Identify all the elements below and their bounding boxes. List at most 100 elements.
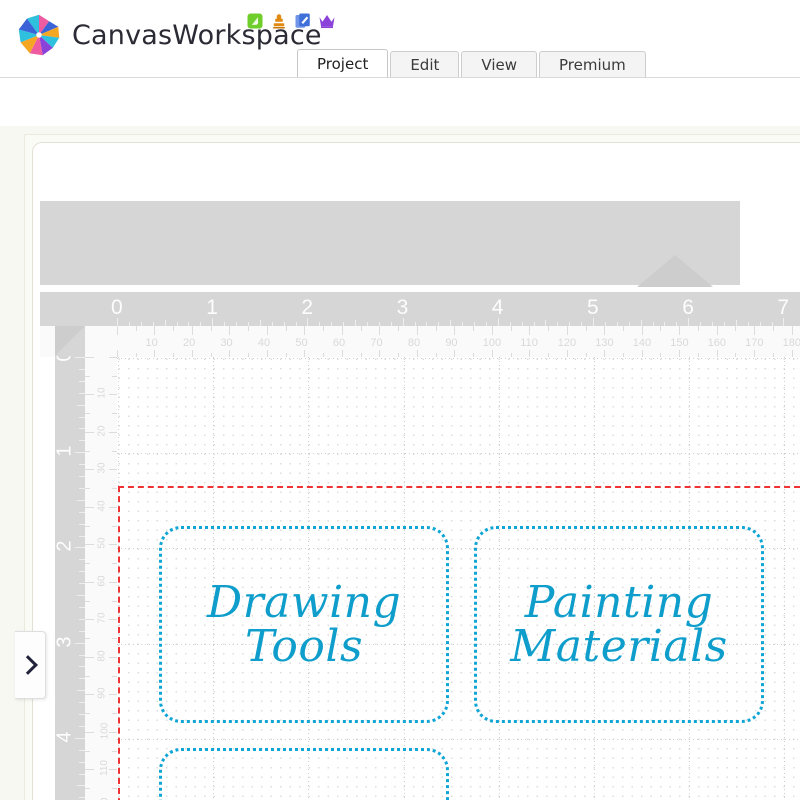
- ruler-h-mm-label: 120: [558, 338, 576, 349]
- ruler-h-mm-label: 20: [183, 338, 195, 349]
- ruler-tick: [77, 785, 85, 786]
- app-header: CanvasWorkspace: [0, 0, 800, 78]
- ruler-v-mm-label: 20: [98, 425, 108, 436]
- ruler-tick: [77, 405, 85, 406]
- ruler-tick: [85, 694, 94, 695]
- ruler-h-mm-label: 40: [258, 338, 270, 349]
- collapse-triangle-icon[interactable]: [637, 255, 713, 287]
- card-craft-paper[interactable]: Craft Paper: [159, 748, 449, 800]
- ruler-tick: [307, 318, 308, 326]
- ruler-h-mm-label: 10: [145, 338, 157, 349]
- ruler-tick: [304, 350, 305, 357]
- workspace: 01234567 1020304050607080901001101201301…: [0, 126, 800, 800]
- ruler-tick: [85, 507, 94, 508]
- pinwheel-logo: [16, 12, 62, 58]
- ruler-tick: [85, 788, 90, 789]
- ruler-h-inch-label: 2: [301, 297, 313, 318]
- ruler-tick: [85, 769, 94, 770]
- ruler-tick: [173, 326, 174, 331]
- tab-project[interactable]: Project: [297, 49, 388, 78]
- ruler-tick: [85, 713, 90, 714]
- ruler-tick: [85, 676, 90, 677]
- ruler-tick: [109, 432, 117, 433]
- ruler-tick: [85, 413, 90, 414]
- ruler-tick: [77, 595, 85, 596]
- ruler-h-inch-label: 5: [587, 297, 599, 318]
- ruler-v-inch-label: 4: [55, 731, 75, 742]
- ruler-tick: [417, 350, 418, 357]
- ruler-tick: [604, 326, 605, 335]
- ruler-tick: [717, 326, 718, 335]
- ruler-v-inch-label: 2: [55, 541, 75, 552]
- chevron-right-icon: [18, 655, 38, 675]
- leaf-tag-badge[interactable]: [246, 12, 264, 30]
- ruler-tick: [229, 326, 230, 335]
- ruler-tick: [454, 326, 455, 335]
- ruler-tick: [192, 326, 193, 335]
- ruler-tick: [85, 751, 90, 752]
- ruler-tick: [698, 326, 699, 331]
- ruler-vertical-mm: 102030405060708090100110120: [85, 326, 117, 800]
- header-badges: [246, 12, 336, 30]
- ruler-tick: [567, 326, 568, 335]
- ruler-tick: [117, 350, 118, 357]
- ruler-tick: [109, 357, 117, 358]
- ruler-h-inch-label: 7: [777, 297, 789, 318]
- ruler-tick: [267, 350, 268, 357]
- ruler-h-inch-label: 0: [111, 297, 123, 318]
- ruler-h-mm-label: 130: [595, 338, 613, 349]
- ruler-v-mm-label: 70: [98, 613, 108, 624]
- crown-badge[interactable]: [318, 12, 336, 30]
- tab-premium[interactable]: Premium: [539, 51, 646, 78]
- ruler-origin-icon: [55, 326, 85, 356]
- ruler-h-inch-label: 4: [492, 297, 504, 318]
- ruler-tick: [379, 350, 380, 357]
- document-badge[interactable]: [294, 12, 312, 30]
- main-tabs: Project Edit View Premium: [297, 48, 648, 78]
- ruler-h-mm-label: 160: [708, 338, 726, 349]
- ruler-v-mm-label: 110: [100, 760, 110, 776]
- ruler-tick: [361, 326, 362, 331]
- ruler-tick: [109, 769, 117, 770]
- ruler-tick: [792, 350, 793, 357]
- ruler-tick: [192, 350, 193, 357]
- ruler-tick: [586, 326, 587, 331]
- ruler-tick: [783, 318, 784, 326]
- ruler-h-inch-label: 1: [206, 297, 218, 318]
- ruler-h-mm-label: 180: [783, 338, 800, 349]
- ruler-tick: [117, 318, 118, 326]
- ruler-tick: [109, 694, 117, 695]
- ruler-tick: [548, 326, 549, 331]
- design-canvas[interactable]: DrawingTools PaintingMaterials Craft Paper: [117, 357, 800, 800]
- ruler-tick: [454, 350, 455, 357]
- ruler-h-mm-label: 140: [633, 338, 651, 349]
- ruler-tick: [735, 326, 736, 331]
- gridline-horizontal: [117, 358, 800, 359]
- left-panel-expander[interactable]: [15, 631, 46, 699]
- ruler-v-mm-label: 30: [98, 463, 108, 474]
- ruler-tick: [342, 326, 343, 335]
- ruler-tick: [75, 643, 85, 644]
- ruler-v-mm-label: 80: [98, 650, 108, 661]
- ruler-tick: [492, 350, 493, 357]
- ruler-tick: [85, 394, 94, 395]
- card-label: PaintingMaterials: [510, 581, 728, 667]
- ruler-tick: [304, 326, 305, 335]
- ruler-tick: [679, 350, 680, 357]
- ruler-tick: [109, 544, 117, 545]
- stamp-badge[interactable]: [270, 12, 288, 30]
- ruler-tick: [109, 732, 117, 733]
- ruler-tick: [567, 350, 568, 357]
- ruler-tick: [529, 350, 530, 357]
- card-painting-materials[interactable]: PaintingMaterials: [474, 526, 764, 723]
- card-drawing-tools[interactable]: DrawingTools: [159, 526, 449, 723]
- ruler-tick: [85, 732, 94, 733]
- ruler-tick: [679, 326, 680, 335]
- ruler-h-inch-label: 6: [682, 297, 694, 318]
- ruler-h-mm-label: 60: [333, 338, 345, 349]
- tab-edit[interactable]: Edit: [390, 51, 459, 78]
- ruler-tick: [109, 657, 117, 658]
- tab-view[interactable]: View: [461, 51, 537, 78]
- ruler-tick: [85, 619, 94, 620]
- ruler-tick: [529, 326, 530, 335]
